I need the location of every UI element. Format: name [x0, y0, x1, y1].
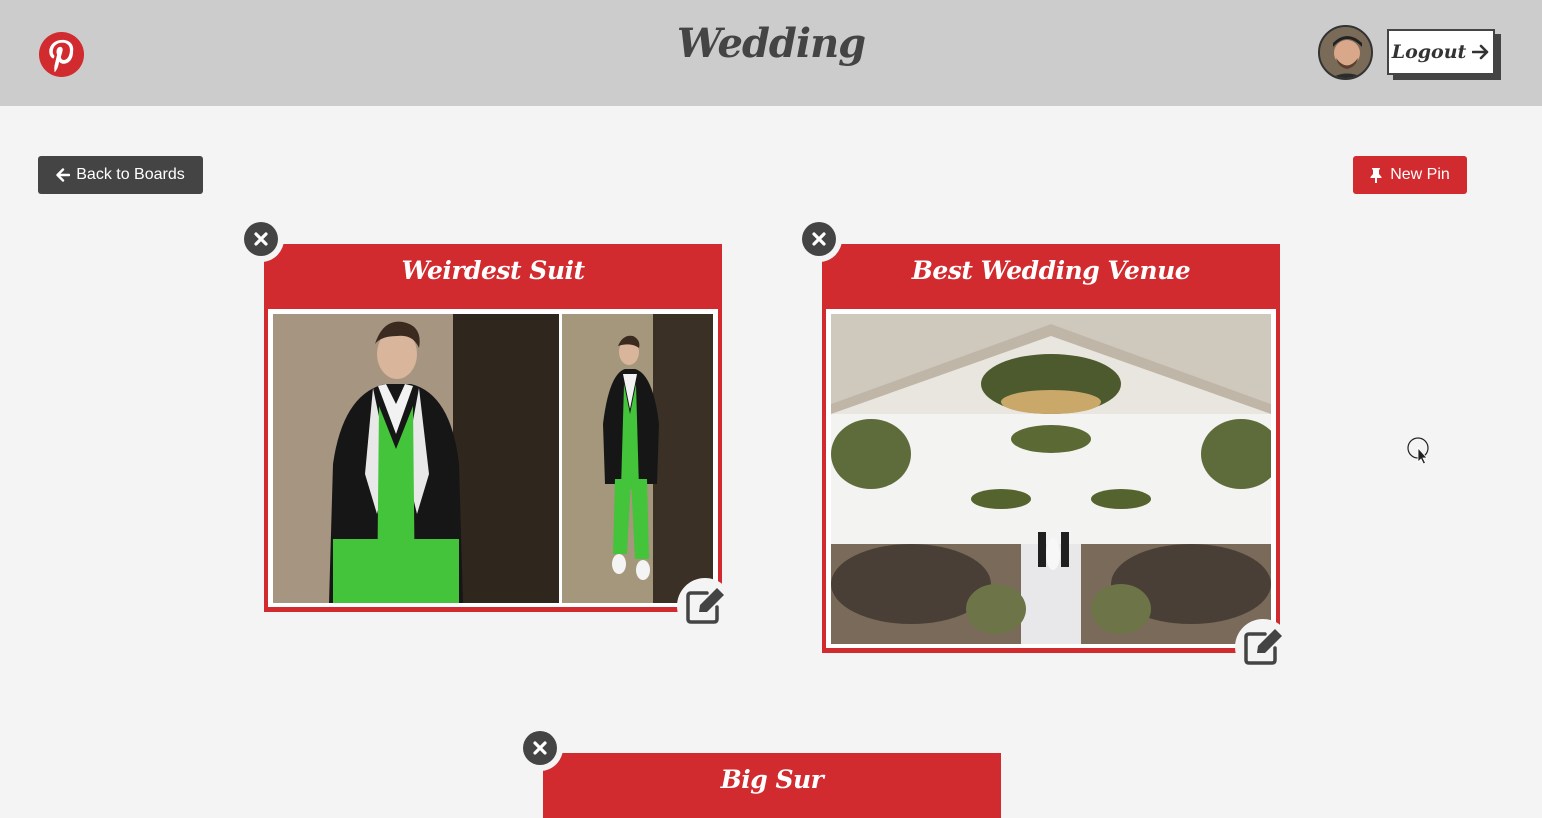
edit-icon: [1244, 629, 1282, 665]
page-title: Wedding: [676, 20, 866, 67]
pin-title: Best Wedding Venue: [911, 256, 1191, 285]
mouse-cursor-icon: [1407, 437, 1429, 465]
logout-label: Logout: [1391, 41, 1467, 63]
pin-title: Big Sur: [720, 765, 824, 794]
edit-pin-button[interactable]: [1235, 619, 1291, 675]
avatar-photo: [1320, 27, 1371, 78]
arrow-right-icon: [1472, 44, 1489, 60]
user-avatar[interactable]: [1318, 25, 1373, 80]
pin-title: Weirdest Suit: [401, 256, 585, 285]
pin-card[interactable]: Weirdest Suit: [264, 244, 722, 612]
pin-image[interactable]: [831, 314, 1271, 644]
pin-image[interactable]: [273, 314, 713, 603]
pin-card[interactable]: Best Wedding Venue: [822, 244, 1280, 653]
close-icon: [244, 222, 278, 256]
new-pin-label: New Pin: [1390, 166, 1450, 183]
pin-card[interactable]: Big Sur: [543, 753, 1001, 818]
delete-pin-button[interactable]: [796, 216, 842, 262]
close-icon: [523, 731, 557, 765]
back-to-boards-label: Back to Boards: [76, 166, 185, 183]
edit-icon: [686, 588, 724, 624]
edit-pin-button[interactable]: [677, 578, 733, 634]
pushpin-icon: [1370, 167, 1382, 183]
delete-pin-button[interactable]: [238, 216, 284, 262]
arrow-left-icon: [56, 168, 71, 182]
logout-button[interactable]: Logout: [1387, 29, 1495, 75]
close-icon: [802, 222, 836, 256]
app-header: Wedding Logout: [0, 0, 1542, 106]
new-pin-button[interactable]: New Pin: [1353, 156, 1467, 194]
delete-pin-button[interactable]: [517, 725, 563, 771]
back-to-boards-button[interactable]: Back to Boards: [38, 156, 203, 194]
